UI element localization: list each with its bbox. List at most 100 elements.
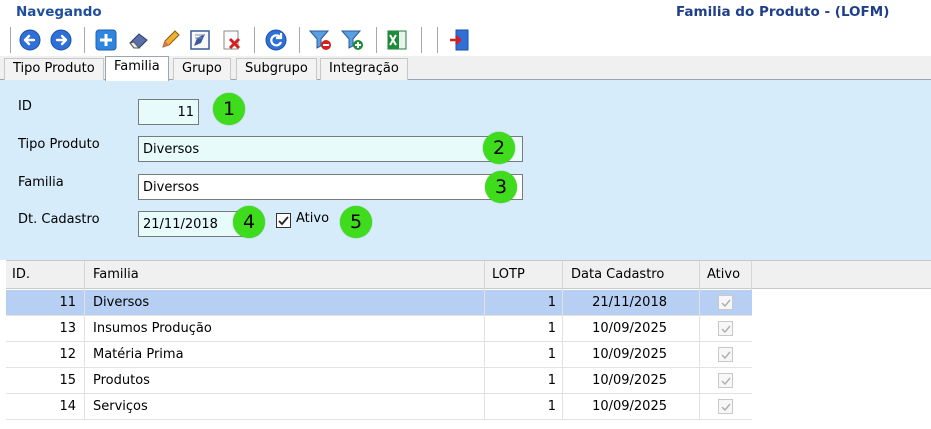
- title-bar: Navegando Familia do Produto - (LOFM): [0, 0, 931, 24]
- cell-familia: Insumos Produção: [93, 321, 212, 336]
- cell-familia: Diversos: [93, 295, 150, 310]
- cell-divider: [84, 394, 85, 420]
- filter-add-icon: [340, 30, 363, 50]
- column-divider: [699, 261, 700, 290]
- cell-divider: [699, 316, 700, 342]
- refresh-button[interactable]: [263, 27, 289, 53]
- column-divider: [484, 261, 485, 290]
- column-header-data-cadastro[interactable]: Data Cadastro: [571, 267, 664, 282]
- cell-ativo-checkbox[interactable]: [718, 295, 733, 310]
- id-label: ID: [18, 99, 32, 114]
- next-button[interactable]: [48, 27, 74, 53]
- callout-badge: 4: [233, 206, 265, 238]
- cell-familia: Matéria Prima: [93, 347, 184, 362]
- window-title: Familia do Produto - (LOFM): [676, 4, 890, 20]
- table-row[interactable]: 11 Diversos 1 21/11/2018: [6, 290, 752, 316]
- dt-cadastro-label: Dt. Cadastro: [18, 212, 100, 227]
- table-row[interactable]: 12 Matéria Prima 1 10/09/2025: [6, 342, 752, 368]
- excel-icon: [387, 30, 407, 50]
- cell-id: 14: [59, 399, 76, 414]
- table-row[interactable]: 14 Serviços 1 10/09/2025: [6, 394, 752, 420]
- toolbar-separator: [84, 27, 85, 53]
- filter-add-button[interactable]: [339, 27, 365, 53]
- column-header-familia[interactable]: Familia: [93, 267, 139, 282]
- cell-data: 10/09/2025: [592, 373, 667, 388]
- tab-integracao[interactable]: Integração: [320, 58, 408, 80]
- cell-divider: [84, 368, 85, 394]
- cell-ativo-checkbox[interactable]: [718, 399, 733, 414]
- table-row[interactable]: 15 Produtos 1 10/09/2025: [6, 368, 752, 394]
- check-icon: [720, 377, 731, 385]
- cell-ativo-checkbox[interactable]: [718, 373, 733, 388]
- cell-data: 10/09/2025: [592, 347, 667, 362]
- eraser-icon: [129, 33, 148, 49]
- check-icon: [720, 325, 731, 333]
- save-button[interactable]: [187, 27, 213, 53]
- check-icon: [278, 216, 289, 226]
- ativo-label: Ativo: [296, 211, 330, 226]
- cell-divider: [84, 290, 85, 316]
- tab-tipo-produto[interactable]: Tipo Produto: [4, 58, 104, 80]
- cell-id: 15: [59, 373, 76, 388]
- column-header-lotp[interactable]: LOTP: [492, 267, 525, 282]
- tab-grupo[interactable]: Grupo: [173, 58, 231, 80]
- check-icon: [720, 351, 731, 359]
- toolbar: [0, 24, 931, 56]
- exit-button[interactable]: [446, 27, 472, 53]
- ativo-checkbox[interactable]: [276, 213, 291, 228]
- callout-badge: 2: [483, 132, 515, 164]
- toolbar-separator: [437, 27, 438, 53]
- save-icon: [190, 30, 210, 50]
- delete-button[interactable]: [219, 27, 245, 53]
- export-excel-button[interactable]: [384, 27, 410, 53]
- cell-familia: Serviços: [93, 399, 148, 414]
- id-field[interactable]: 11: [138, 99, 199, 125]
- familia-field[interactable]: Diversos: [138, 174, 523, 200]
- cell-divider: [84, 342, 85, 368]
- toolbar-separator: [299, 27, 300, 53]
- tab-subgrupo[interactable]: Subgrupo: [236, 58, 317, 80]
- column-header-ativo[interactable]: Ativo: [707, 267, 740, 282]
- add-button[interactable]: [93, 27, 119, 53]
- grid-header: ID. Familia LOTP Data Cadastro Ativo: [6, 260, 931, 290]
- cell-lotp: 1: [547, 295, 556, 310]
- tab-familia[interactable]: Familia: [105, 56, 169, 81]
- previous-button[interactable]: [17, 27, 43, 53]
- callout-badge: 1: [213, 93, 245, 125]
- cell-familia: Produtos: [93, 373, 150, 388]
- toolbar-separator: [10, 27, 11, 53]
- check-icon: [720, 299, 731, 307]
- clear-button[interactable]: [126, 27, 152, 53]
- tipo-produto-label: Tipo Produto: [18, 137, 100, 152]
- cell-ativo-checkbox[interactable]: [718, 347, 733, 362]
- cell-divider: [84, 316, 85, 342]
- cell-lotp: 1: [547, 399, 556, 414]
- cell-divider: [699, 342, 700, 368]
- dt-cadastro-field[interactable]: 21/11/2018: [138, 211, 244, 237]
- column-divider: [751, 261, 752, 290]
- cell-id: 13: [59, 321, 76, 336]
- form-panel: ID 11 1 Tipo Produto Diversos 2 Familia …: [0, 80, 931, 260]
- column-divider: [562, 261, 563, 290]
- plus-icon: [95, 29, 117, 51]
- filter-remove-button[interactable]: [307, 27, 333, 53]
- table-row[interactable]: 13 Insumos Produção 1 10/09/2025: [6, 316, 752, 342]
- delete-icon: [223, 30, 241, 50]
- edit-button[interactable]: [157, 27, 183, 53]
- status-text: Navegando: [16, 4, 102, 20]
- cell-divider: [699, 368, 700, 394]
- arrow-left-icon: [19, 29, 41, 51]
- toolbar-separator: [421, 27, 422, 53]
- cell-divider: [699, 290, 700, 316]
- callout-badge: 3: [485, 171, 517, 203]
- pencil-icon: [162, 30, 180, 48]
- toolbar-separator: [254, 27, 255, 53]
- tipo-produto-field[interactable]: Diversos: [138, 136, 523, 162]
- cell-ativo-checkbox[interactable]: [718, 321, 733, 336]
- refresh-icon: [265, 29, 287, 51]
- cell-lotp: 1: [547, 373, 556, 388]
- cell-id: 12: [59, 347, 76, 362]
- column-header-id[interactable]: ID.: [12, 267, 30, 282]
- cell-id: 11: [59, 295, 76, 310]
- toolbar-separator: [376, 27, 377, 53]
